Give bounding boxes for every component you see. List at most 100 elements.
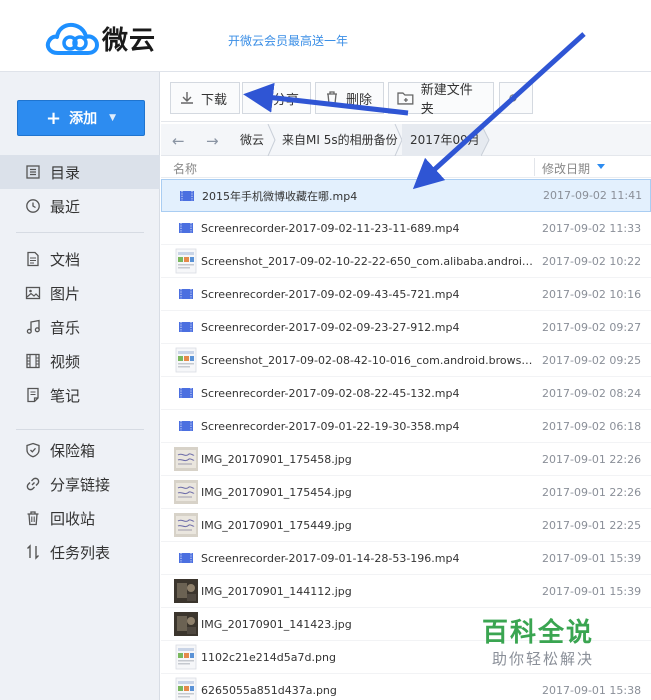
new-folder-button[interactable]: 新建文件夹 xyxy=(388,82,494,117)
weiyun-cloud-logo-icon[interactable] xyxy=(44,19,100,59)
file-row[interactable]: 6265055a851d437a.png 2017-09-01 15:38 xyxy=(161,674,651,700)
photo-thumbnail-icon xyxy=(173,446,199,472)
refresh-button[interactable] xyxy=(499,82,533,114)
file-row[interactable]: IMG_20170901_141423.jpg xyxy=(161,608,651,641)
sidebar-item-clock[interactable]: 最近 xyxy=(0,189,160,223)
file-name[interactable]: Screenrecorder-2017-09-02-09-43-45-721.m… xyxy=(201,288,533,301)
note-icon xyxy=(24,386,42,404)
image-thumbnail-icon xyxy=(173,347,199,373)
file-row[interactable]: IMG_20170901_175458.jpg 2017-09-01 22:26 xyxy=(161,443,651,476)
file-name[interactable]: Screenrecorder-2017-09-01-22-19-30-358.m… xyxy=(201,420,533,433)
sidebar-item-note[interactable]: 笔记 xyxy=(0,378,160,412)
file-name[interactable]: Screenrecorder-2017-09-01-14-28-53-196.m… xyxy=(201,552,533,565)
file-modified-date: 2017-09-02 09:27 xyxy=(542,320,642,334)
photo-thumbnail-icon xyxy=(173,611,199,637)
sidebar-item-shield[interactable]: 保险箱 xyxy=(0,433,160,467)
column-divider xyxy=(534,158,535,176)
sort-desc-icon[interactable] xyxy=(597,164,605,169)
image-thumbnail-icon xyxy=(173,677,199,700)
shield-icon xyxy=(24,441,42,459)
share-button[interactable]: 分享 xyxy=(242,82,311,114)
file-name[interactable]: Screenshot_2017-09-02-08-42-10-016_com.a… xyxy=(201,354,533,367)
file-row[interactable]: Screenrecorder-2017-09-02-09-23-27-912.m… xyxy=(161,311,651,344)
sidebar-item-label: 音乐 xyxy=(50,318,81,337)
file-row[interactable]: IMG_20170901_175454.jpg 2017-09-01 22:26 xyxy=(161,476,651,509)
video-file-icon xyxy=(174,183,200,209)
file-name[interactable]: Screenrecorder-2017-09-02-08-22-45-132.m… xyxy=(201,387,533,400)
file-name[interactable]: 2015年手机微博收藏在哪.mp4 xyxy=(202,188,534,204)
sidebar-item-transfer[interactable]: 任务列表 xyxy=(0,535,160,569)
file-row[interactable]: IMG_20170901_144112.jpg 2017-09-01 15:39 xyxy=(161,575,651,608)
toolbar: 下载 分享 删除 新建文件夹 xyxy=(161,72,651,122)
video-file-icon xyxy=(173,314,199,340)
forward-arrow-icon[interactable]: → xyxy=(206,132,219,150)
sidebar-item-link[interactable]: 分享链接 xyxy=(0,467,160,501)
file-name[interactable]: 6265055a851d437a.png xyxy=(201,684,533,697)
sidebar-item-label: 最近 xyxy=(50,197,81,216)
image-icon xyxy=(24,284,42,302)
add-button-label: 添加 xyxy=(69,111,98,127)
delete-button[interactable]: 删除 xyxy=(315,82,384,114)
file-row[interactable]: Screenrecorder-2017-09-02-08-22-45-132.m… xyxy=(161,377,651,410)
sidebar-item-trash[interactable]: 回收站 xyxy=(0,501,160,535)
breadcrumb-item-root[interactable]: 微云 xyxy=(240,124,264,156)
file-modified-date: 2017-09-02 09:25 xyxy=(542,353,642,367)
nav-group-tools: 保险箱分享链接回收站任务列表 xyxy=(0,433,160,569)
file-modified-date: 2017-09-01 22:26 xyxy=(542,485,642,499)
sidebar-item-image[interactable]: 图片 xyxy=(0,276,160,310)
sidebar-item-list[interactable]: 目录 xyxy=(0,155,160,189)
file-row[interactable]: Screenrecorder-2017-09-01-22-19-30-358.m… xyxy=(161,410,651,443)
file-modified-date: 2017-09-01 15:39 xyxy=(542,584,642,598)
brand-name: 微云 xyxy=(102,26,157,56)
add-button[interactable]: + 添加 ▼ xyxy=(17,100,145,136)
file-row[interactable]: 2015年手机微博收藏在哪.mp4 2017-09-02 11:41 xyxy=(161,179,651,212)
file-row[interactable]: Screenrecorder-2017-09-02-09-43-45-721.m… xyxy=(161,278,651,311)
refresh-icon xyxy=(509,93,517,102)
file-name[interactable]: Screenrecorder-2017-09-02-09-23-27-912.m… xyxy=(201,321,533,334)
sidebar-item-label: 保险箱 xyxy=(50,441,96,460)
sidebar-item-film[interactable]: 视频 xyxy=(0,344,160,378)
file-name[interactable]: IMG_20170901_175458.jpg xyxy=(201,453,533,466)
file-name[interactable]: IMG_20170901_175449.jpg xyxy=(201,519,533,532)
sidebar-item-music[interactable]: 音乐 xyxy=(0,310,160,344)
file-name[interactable]: 1102c21e214d5a7d.png xyxy=(201,651,533,664)
column-date-header[interactable]: 修改日期 xyxy=(542,160,590,177)
image-thumbnail-icon xyxy=(173,248,199,274)
list-icon xyxy=(24,163,42,181)
file-name[interactable]: Screenshot_2017-09-02-10-22-22-650_com.a… xyxy=(201,255,533,268)
divider xyxy=(16,429,144,430)
breadcrumb-item-album[interactable]: 来自MI 5s的相册备份 xyxy=(282,124,398,156)
file-name[interactable]: Screenrecorder-2017-09-02-11-23-11-689.m… xyxy=(201,222,533,235)
membership-promo-link[interactable]: 开微云会员最高送一年 xyxy=(228,32,348,49)
download-icon xyxy=(181,92,193,104)
file-modified-date: 2017-09-02 10:16 xyxy=(542,287,642,301)
file-name[interactable]: IMG_20170901_144112.jpg xyxy=(201,585,533,598)
file-row[interactable]: IMG_20170901_175449.jpg 2017-09-01 22:25 xyxy=(161,509,651,542)
document-icon xyxy=(24,250,42,268)
file-row[interactable]: Screenrecorder-2017-09-01-14-28-53-196.m… xyxy=(161,542,651,575)
photo-thumbnail-icon xyxy=(173,479,199,505)
back-arrow-icon[interactable]: ← xyxy=(172,132,185,150)
file-row[interactable]: Screenshot_2017-09-02-10-22-22-650_com.a… xyxy=(161,245,651,278)
file-row[interactable]: Screenrecorder-2017-09-02-11-23-11-689.m… xyxy=(161,212,651,245)
sidebar-item-label: 文档 xyxy=(50,250,81,269)
file-row[interactable]: 1102c21e214d5a7d.png xyxy=(161,641,651,674)
sidebar: + 添加 ▼ 目录最近 文档图片音乐视频 笔记 保险箱分享链接回收站任务列表 xyxy=(0,72,160,700)
film-icon xyxy=(24,352,42,370)
plus-icon: + xyxy=(45,107,62,129)
file-name[interactable]: IMG_20170901_141423.jpg xyxy=(201,618,533,631)
file-modified-date: 2017-09-02 08:24 xyxy=(542,386,642,400)
breadcrumb-separator-icon xyxy=(481,124,490,156)
sidebar-item-document[interactable]: 文档 xyxy=(0,242,160,276)
file-name[interactable]: IMG_20170901_175454.jpg xyxy=(201,486,533,499)
new-folder-icon xyxy=(397,92,414,105)
file-modified-date: 2017-09-02 10:22 xyxy=(542,254,642,268)
file-modified-date: 2017-09-01 22:26 xyxy=(542,452,642,466)
sidebar-item-label: 回收站 xyxy=(50,509,96,528)
transfer-icon xyxy=(24,543,42,561)
column-name-header[interactable]: 名称 xyxy=(173,160,197,177)
file-modified-date: 2017-09-02 11:33 xyxy=(542,221,642,235)
file-row[interactable]: Screenshot_2017-09-02-08-42-10-016_com.a… xyxy=(161,344,651,377)
column-header: 名称 修改日期 xyxy=(161,156,651,178)
download-button[interactable]: 下载 xyxy=(170,82,240,114)
